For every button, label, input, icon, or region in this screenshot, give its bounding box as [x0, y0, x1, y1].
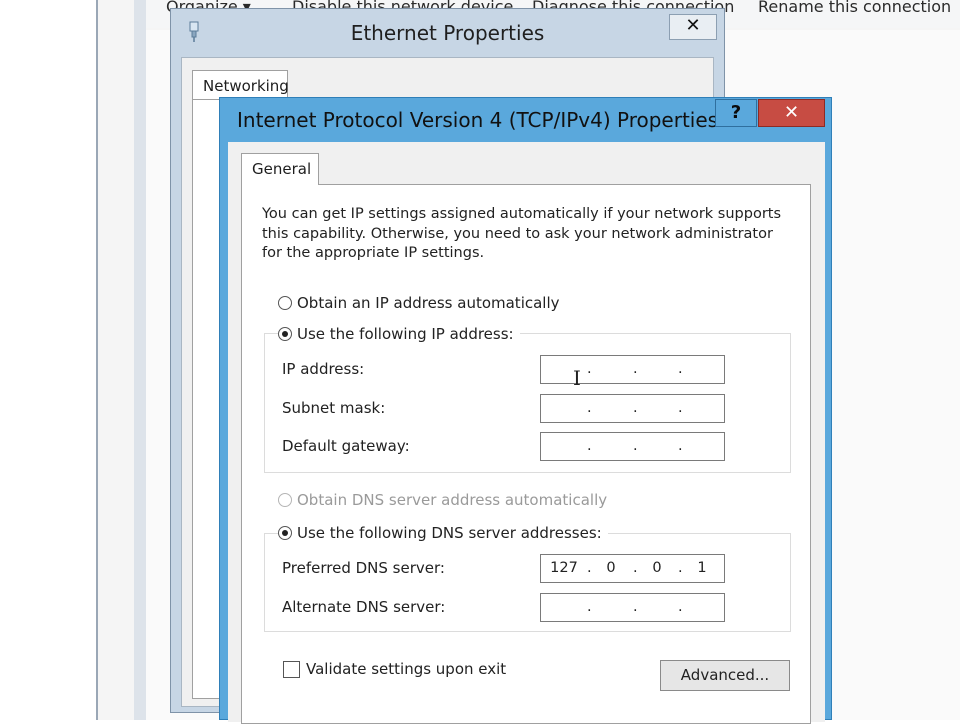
dns-auto-radio[interactable]: [278, 493, 292, 507]
dns-auto-label: Obtain DNS server address automatically: [297, 491, 608, 509]
alternate-dns-input[interactable]: . . .: [540, 593, 725, 622]
alternate-dns-label: Alternate DNS server:: [282, 598, 446, 616]
octet-separator: .: [633, 361, 638, 377]
ip-auto-option[interactable]: Obtain an IP address automatically: [278, 294, 560, 312]
subnet-mask-input[interactable]: . . .: [540, 394, 725, 423]
ip-auto-label: Obtain an IP address automatically: [297, 294, 560, 312]
dns-manual-label: Use the following DNS server addresses:: [297, 524, 602, 542]
help-icon: ?: [730, 102, 742, 123]
octet-separator: .: [678, 438, 683, 454]
ip-octet: 0: [606, 560, 616, 576]
validate-settings-option[interactable]: Validate settings upon exit: [283, 660, 506, 678]
octet-separator: .: [587, 560, 592, 576]
octet-separator: .: [678, 560, 683, 576]
octet-separator: .: [633, 560, 638, 576]
octet-separator: .: [587, 400, 592, 416]
general-panel: You can get IP settings assigned automat…: [241, 184, 811, 724]
desktop-background: [0, 0, 96, 720]
navigation-pane-edge: [134, 0, 146, 720]
octet-separator: .: [633, 599, 638, 615]
ip-manual-option[interactable]: Use the following IP address:: [278, 325, 520, 343]
octet-separator: .: [587, 599, 592, 615]
dns-manual-radio[interactable]: [278, 526, 292, 540]
ip-auto-radio[interactable]: [278, 296, 292, 310]
ip-octet: 127: [550, 560, 578, 576]
close-icon: ✕: [685, 15, 701, 36]
ip-octet: 1: [697, 560, 707, 576]
tab-networking[interactable]: Networking: [192, 70, 289, 100]
octet-separator: .: [633, 400, 638, 416]
close-icon: ✕: [783, 102, 800, 123]
subnet-mask-label: Subnet mask:: [282, 399, 386, 417]
octet-separator: .: [678, 361, 683, 377]
dns-manual-option[interactable]: Use the following DNS server addresses:: [278, 524, 608, 542]
help-button[interactable]: ?: [715, 99, 757, 127]
ipv4-properties-window: Internet Protocol Version 4 (TCP/IPv4) P…: [219, 97, 832, 724]
ethernet-window-title: Ethernet Properties: [350, 21, 545, 45]
octet-separator: .: [678, 400, 683, 416]
ip-settings-description: You can get IP settings assigned automat…: [262, 206, 782, 261]
ip-address-input[interactable]: . . .: [540, 355, 725, 384]
validate-settings-label: Validate settings upon exit: [306, 660, 507, 678]
ipv4-dialog-body: General You can get IP settings assigned…: [228, 142, 825, 724]
ip-address-label: IP address:: [282, 360, 365, 378]
preferred-dns-label: Preferred DNS server:: [282, 559, 445, 577]
octet-separator: .: [678, 599, 683, 615]
default-gateway-input[interactable]: . . .: [540, 432, 725, 461]
ipv4-window-title: Internet Protocol Version 4 (TCP/IPv4) P…: [237, 108, 719, 132]
octet-separator: .: [633, 438, 638, 454]
ip-manual-label: Use the following IP address:: [297, 325, 514, 343]
ip-octet: 0: [652, 560, 662, 576]
preferred-dns-input[interactable]: 127 . 0 . 0 . 1: [540, 554, 725, 583]
validate-settings-checkbox[interactable]: [283, 660, 300, 678]
ipv4-close-button[interactable]: ✕: [758, 99, 825, 127]
dns-auto-option[interactable]: Obtain DNS server address automatically: [278, 491, 607, 509]
octet-separator: .: [587, 361, 592, 377]
text-cursor-icon: I: [573, 366, 581, 390]
ethernet-close-button[interactable]: ✕: [669, 14, 717, 40]
default-gateway-label: Default gateway:: [282, 437, 410, 455]
ip-manual-radio[interactable]: [278, 327, 292, 341]
tab-general[interactable]: General: [241, 153, 319, 185]
rename-connection-button[interactable]: Rename this connection: [758, 0, 951, 16]
octet-separator: .: [587, 438, 592, 454]
advanced-button[interactable]: Advanced...: [660, 660, 790, 691]
